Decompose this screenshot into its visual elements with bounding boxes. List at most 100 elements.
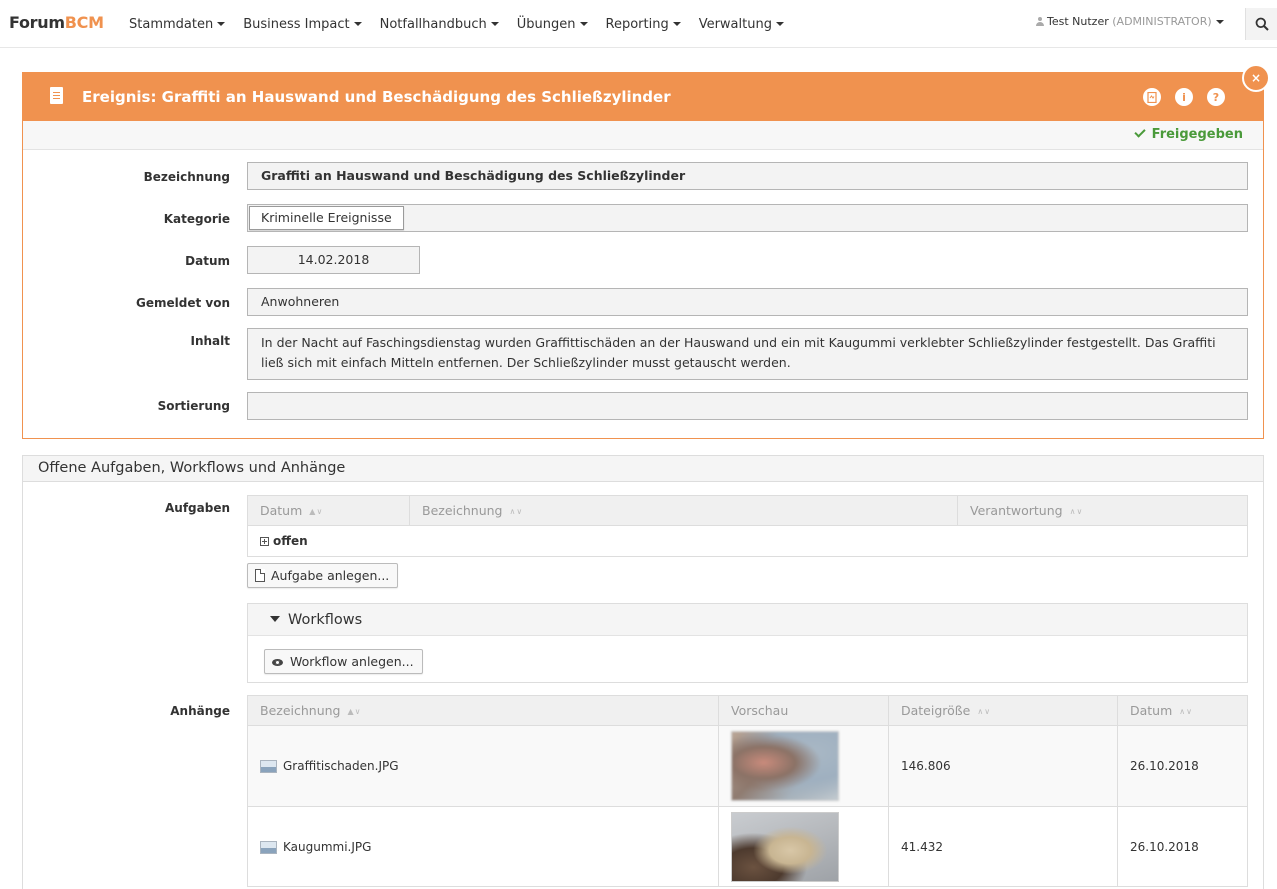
info-icon[interactable]: i <box>1175 88 1193 106</box>
tasks-grid: Datum ▲∨ Bezeichnung ∧∨ Verantwortung ∧∨ of… <box>247 495 1248 557</box>
add-task-button[interactable]: Aufgabe anlegen... <box>247 563 399 588</box>
sort-icon: ∧∨ <box>1179 707 1194 716</box>
menu-notfallhandbuch[interactable]: Notfallhandbuch <box>380 17 499 32</box>
column-label: Verantwortung <box>970 503 1063 518</box>
tasks-panel: Offene Aufgaben, Workflows und Anhänge A… <box>22 455 1264 889</box>
user-icon <box>1036 17 1044 26</box>
column-label: Bezeichnung <box>422 503 503 518</box>
inhalt-field[interactable]: In der Nacht auf Faschingsdienstag wurde… <box>247 328 1248 380</box>
status-badge: Freigegeben <box>1133 126 1243 142</box>
column-vorschau: Vorschau <box>719 696 889 726</box>
workflows-toggle[interactable]: Workflows <box>248 604 1247 636</box>
table-row[interactable]: Graffitischaden.JPG 146.806 26.10.2018 <box>248 726 1247 806</box>
column-bezeichnung[interactable]: Bezeichnung ∧∨ <box>410 496 958 526</box>
workflows-title: Workflows <box>288 612 363 628</box>
bezeichnung-field[interactable]: Graffiti an Hauswand und Beschädigung de… <box>247 162 1248 190</box>
datum-field[interactable]: 14.02.2018 <box>247 246 420 274</box>
label-kategorie: Kategorie <box>163 212 230 226</box>
expand-icon <box>260 537 269 546</box>
sortierung-field[interactable] <box>247 392 1248 420</box>
label-anhaenge: Anhänge <box>170 704 230 718</box>
pdf-icon[interactable] <box>1143 88 1161 106</box>
column-att-bezeichnung[interactable]: Bezeichnung ▲∨ <box>248 696 719 726</box>
column-label: Bezeichnung <box>260 703 341 718</box>
column-label: Datum <box>1130 703 1173 718</box>
add-workflow-button[interactable]: Workflow anlegen... <box>264 649 423 674</box>
column-verantwortung[interactable]: Verantwortung ∧∨ <box>958 496 1247 526</box>
gemeldet-von-field[interactable]: Anwohneren <box>247 288 1248 316</box>
preview-cell <box>719 726 889 806</box>
menu-business-impact[interactable]: Business Impact <box>243 16 362 32</box>
column-label: Dateigröße <box>901 703 971 718</box>
brand-accent: BCM <box>64 13 104 32</box>
label-aufgaben: Aufgaben <box>164 501 230 515</box>
close-icon[interactable]: × <box>1242 64 1270 92</box>
document-icon <box>50 87 63 104</box>
add-task-label: Aufgabe anlegen... <box>271 568 390 583</box>
file-icon <box>255 569 265 582</box>
search-button[interactable] <box>1245 8 1277 40</box>
image-file-icon <box>260 759 277 773</box>
label-sortierung: Sortierung <box>157 399 230 413</box>
sort-icon: ∧∨ <box>509 507 524 516</box>
attachment-preview-image[interactable] <box>731 731 839 801</box>
attachments-grid: Bezeichnung ▲∨ Vorschau Dateigröße ∧∨ Datu… <box>247 695 1248 887</box>
caret-down-icon <box>217 22 226 26</box>
column-label: Vorschau <box>731 703 789 718</box>
label-gemeldet-von: Gemeldet von <box>136 296 230 310</box>
preview-cell <box>719 807 889 887</box>
kategorie-field[interactable]: Kriminelle Ereignisse <box>247 204 1248 232</box>
caret-down-icon <box>490 22 499 26</box>
size-cell: 146.806 <box>889 726 1118 806</box>
column-dateigroesse[interactable]: Dateigröße ∧∨ <box>889 696 1118 726</box>
attachment-name: Kaugummi.JPG <box>283 840 372 854</box>
help-icon[interactable]: ? <box>1207 88 1225 106</box>
menu-stammdaten[interactable]: Stammdaten <box>129 16 226 32</box>
eye-icon <box>272 659 283 666</box>
sort-icon: ▲∨ <box>309 507 324 516</box>
column-label: Datum <box>260 503 303 518</box>
attachment-name: Graffitischaden.JPG <box>283 759 399 773</box>
top-navbar: ForumBCM Stammdaten Business Impact Notf… <box>0 0 1277 48</box>
menu-label: Notfallhandbuch <box>379 16 487 32</box>
caret-down-icon <box>672 22 681 26</box>
category-tag[interactable]: Kriminelle Ereignisse <box>249 206 404 230</box>
group-label: offen <box>273 534 308 548</box>
attachment-preview-image[interactable] <box>731 812 839 882</box>
status-text: Freigegeben <box>1151 127 1243 142</box>
sort-icon: ▲∨ <box>347 707 362 716</box>
status-bar: Freigegeben <box>23 121 1263 150</box>
label-inhalt: Inhalt <box>190 334 231 348</box>
event-panel: Ereignis: Graffiti an Hauswand und Besch… <box>22 64 1270 439</box>
tasks-panel-title: Offene Aufgaben, Workflows und Anhänge <box>23 456 1263 482</box>
image-file-icon <box>260 840 277 854</box>
user-menu[interactable]: Test Nutzer (ADMINISTRATOR) <box>1036 15 1224 28</box>
user-role: (ADMINISTRATOR) <box>1112 15 1212 28</box>
brand-prefix: Forum <box>9 13 65 32</box>
brand-logo[interactable]: ForumBCM <box>9 13 104 32</box>
attachments-grid-header: Bezeichnung ▲∨ Vorschau Dateigröße ∧∨ Datu… <box>248 696 1247 726</box>
menu-label: Verwaltung <box>698 16 772 32</box>
attachment-name-cell[interactable]: Kaugummi.JPG <box>248 807 719 887</box>
check-icon <box>1133 126 1146 138</box>
workflows-section: Workflows Workflow anlegen... <box>247 603 1248 683</box>
group-row-offen[interactable]: offen <box>248 526 1247 556</box>
date-cell: 26.10.2018 <box>1130 840 1199 854</box>
menu-verwaltung[interactable]: Verwaltung <box>699 17 784 32</box>
menu-reporting[interactable]: Reporting <box>606 17 681 32</box>
column-att-datum[interactable]: Datum ∧∨ <box>1118 696 1247 726</box>
menu-label: Stammdaten <box>129 16 214 32</box>
column-datum[interactable]: Datum ▲∨ <box>248 496 410 526</box>
menu-uebungen[interactable]: Übungen <box>517 17 588 32</box>
menu-label: Übungen <box>516 16 576 32</box>
sort-icon: ∧∨ <box>1069 507 1084 516</box>
size-cell: 41.432 <box>889 807 1118 887</box>
caret-down-icon <box>579 22 588 26</box>
menu-label: Reporting <box>605 16 669 32</box>
attachment-name-cell[interactable]: Graffitischaden.JPG <box>248 726 719 806</box>
event-title: Ereignis: Graffiti an Hauswand und Besch… <box>82 88 671 106</box>
caret-down-icon <box>353 22 362 26</box>
menu-label: Business Impact <box>243 16 350 32</box>
table-row[interactable]: Kaugummi.JPG 41.432 26.10.2018 <box>248 806 1247 887</box>
date-cell: 26.10.2018 <box>1130 759 1199 773</box>
